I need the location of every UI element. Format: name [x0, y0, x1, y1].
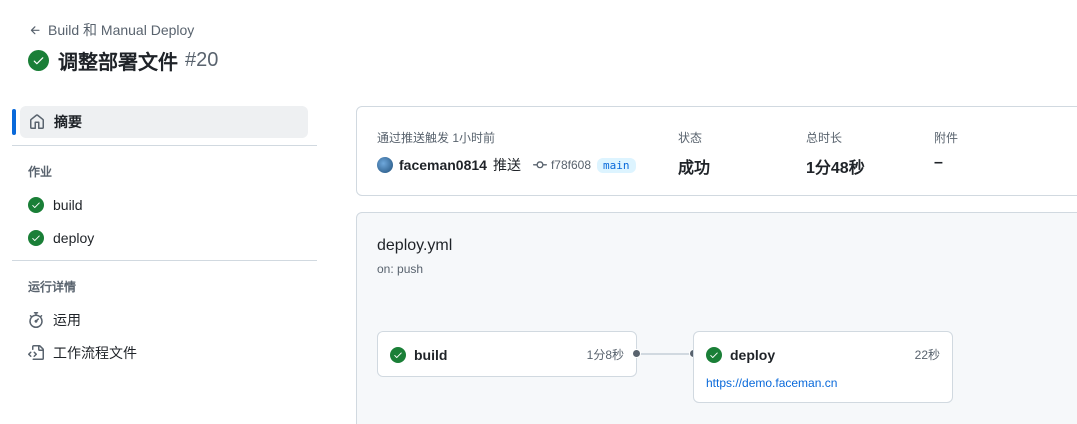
- success-check-icon: [28, 196, 44, 213]
- page-title: 调整部署文件: [58, 52, 178, 74]
- workflow-graph-card: deploy.yml on: push build 1分8秒 deploy 22…: [356, 212, 1077, 424]
- home-icon: [30, 114, 44, 129]
- connector-dot: [632, 349, 641, 358]
- workflow-file-name[interactable]: deploy.yml: [377, 237, 452, 255]
- status-value: 成功: [678, 160, 711, 177]
- sidebar-item-summary[interactable]: 摘要: [12, 106, 308, 138]
- sidebar-item-label: 摘要: [54, 114, 82, 130]
- run-number: #20: [185, 49, 219, 71]
- sidebar-item-label: 运用: [53, 311, 81, 328]
- divider: [12, 145, 317, 146]
- status-label: 状态: [678, 131, 703, 145]
- job-name: deploy: [730, 346, 776, 363]
- back-link[interactable]: Build 和 Manual Deploy: [29, 20, 194, 40]
- artifacts-label: 附件: [934, 131, 959, 145]
- sidebar-item-label: deploy: [53, 229, 95, 246]
- branch-badge[interactable]: main: [597, 157, 636, 173]
- active-indicator: [12, 109, 16, 135]
- duration-value: 1分48秒: [806, 160, 865, 177]
- sidebar-item-build[interactable]: build: [12, 188, 317, 221]
- success-check-icon: [706, 346, 722, 363]
- divider: [12, 260, 317, 261]
- job-connector: [637, 353, 694, 355]
- stopwatch-icon: [29, 311, 43, 328]
- job-name: build: [414, 346, 448, 363]
- page-title-row: 调整部署文件 #20: [28, 46, 218, 75]
- duration-column: 总时长 1分48秒: [806, 129, 865, 178]
- back-link-label: Build 和 Manual Deploy: [48, 22, 195, 38]
- job-card-build[interactable]: build 1分8秒: [377, 331, 637, 377]
- sidebar-item-deploy[interactable]: deploy: [12, 221, 317, 254]
- run-summary-card: 通过推送触发 1小时前 faceman0814 推送 f78f608 main …: [356, 106, 1077, 196]
- status-column: 状态 成功: [678, 129, 710, 178]
- trigger-line: faceman0814 推送 f78f608 main: [377, 155, 636, 175]
- artifacts-column: 附件 –: [934, 129, 958, 172]
- actor-link[interactable]: faceman0814: [399, 157, 487, 173]
- success-check-icon: [28, 229, 44, 246]
- file-code-icon: [28, 344, 44, 360]
- duration-label: 总时长: [806, 131, 843, 145]
- sidebar: 摘要 作业 build deploy 运行详情 运用 工作流程文件: [12, 106, 317, 369]
- action-label: 推送: [492, 157, 521, 173]
- success-check-icon: [390, 346, 406, 363]
- workflow-trigger: on: push: [377, 262, 424, 276]
- job-duration: 22秒: [914, 348, 940, 362]
- sidebar-item-usage[interactable]: 运用: [12, 303, 317, 336]
- sidebar-item-label: build: [53, 196, 83, 213]
- trigger-label: 通过推送触发 1小时前: [377, 131, 496, 145]
- git-commit-icon: [532, 161, 547, 169]
- jobs-section-title: 作业: [28, 165, 53, 179]
- avatar: [377, 157, 393, 173]
- arrow-left-icon: [30, 25, 40, 34]
- sidebar-item-label: 工作流程文件: [53, 344, 137, 361]
- success-check-icon: [28, 50, 49, 71]
- environment-url-link[interactable]: https://demo.faceman.cn: [706, 376, 837, 390]
- artifacts-value: –: [934, 154, 943, 171]
- trigger-column: 通过推送触发 1小时前 faceman0814 推送 f78f608 main: [377, 129, 636, 175]
- run-details-section-title: 运行详情: [28, 280, 77, 294]
- commit-sha: f78f608: [550, 158, 591, 172]
- commit-link[interactable]: f78f608: [532, 158, 591, 172]
- job-duration: 1分8秒: [586, 348, 624, 362]
- job-card-deploy[interactable]: deploy 22秒 https://demo.faceman.cn: [693, 331, 953, 403]
- sidebar-item-workflow-file[interactable]: 工作流程文件: [12, 336, 317, 369]
